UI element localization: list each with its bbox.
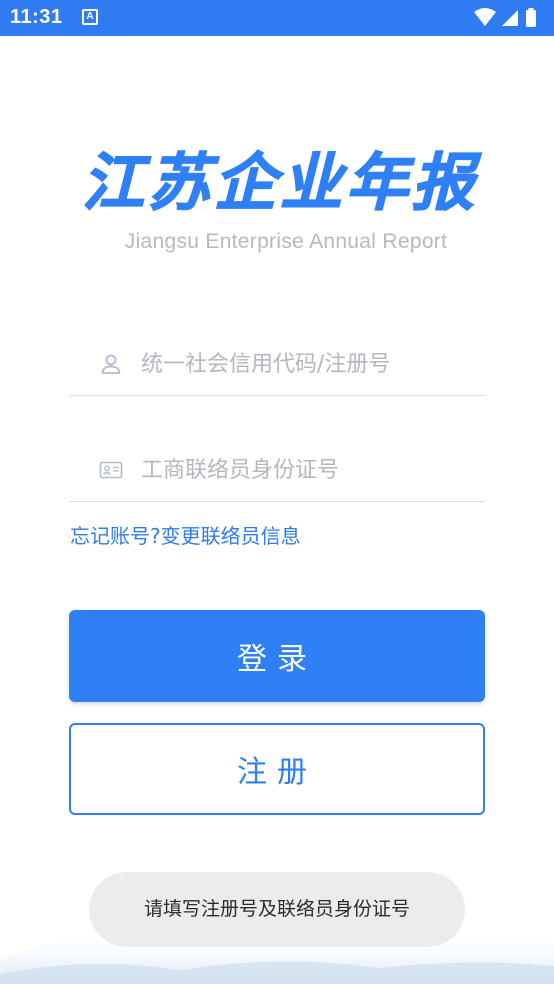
status-time: 11:31 bbox=[10, 6, 63, 28]
id-card-icon bbox=[99, 461, 123, 479]
app-logo-title: 江苏企业年报 bbox=[81, 145, 482, 220]
credit-code-field bbox=[69, 334, 485, 396]
notification-app-icon: A bbox=[82, 9, 98, 25]
register-button[interactable]: 注册 bbox=[69, 723, 485, 815]
change-contact-link[interactable]: 变更联络员信息 bbox=[161, 524, 301, 548]
credit-code-input[interactable] bbox=[141, 346, 481, 382]
battery-icon bbox=[526, 10, 536, 27]
toast-message: 请填写注册号及联络员身份证号 bbox=[89, 872, 465, 947]
wifi-icon bbox=[474, 8, 496, 26]
forgot-account-link[interactable]: 忘记账号? bbox=[70, 524, 161, 548]
account-help-links: 忘记账号?变更联络员信息 bbox=[70, 520, 301, 549]
logo-title-text: 江苏企业年报 bbox=[82, 146, 482, 219]
status-icons bbox=[474, 8, 536, 27]
logo-subtitle: Jiangsu Enterprise Annual Report bbox=[124, 230, 448, 253]
login-button[interactable]: 登录 bbox=[69, 610, 485, 702]
signal-icon bbox=[502, 10, 518, 26]
user-icon bbox=[101, 354, 121, 374]
status-bar: 11:31 A bbox=[0, 0, 554, 36]
id-number-input[interactable] bbox=[141, 452, 481, 488]
id-number-field bbox=[69, 440, 485, 502]
